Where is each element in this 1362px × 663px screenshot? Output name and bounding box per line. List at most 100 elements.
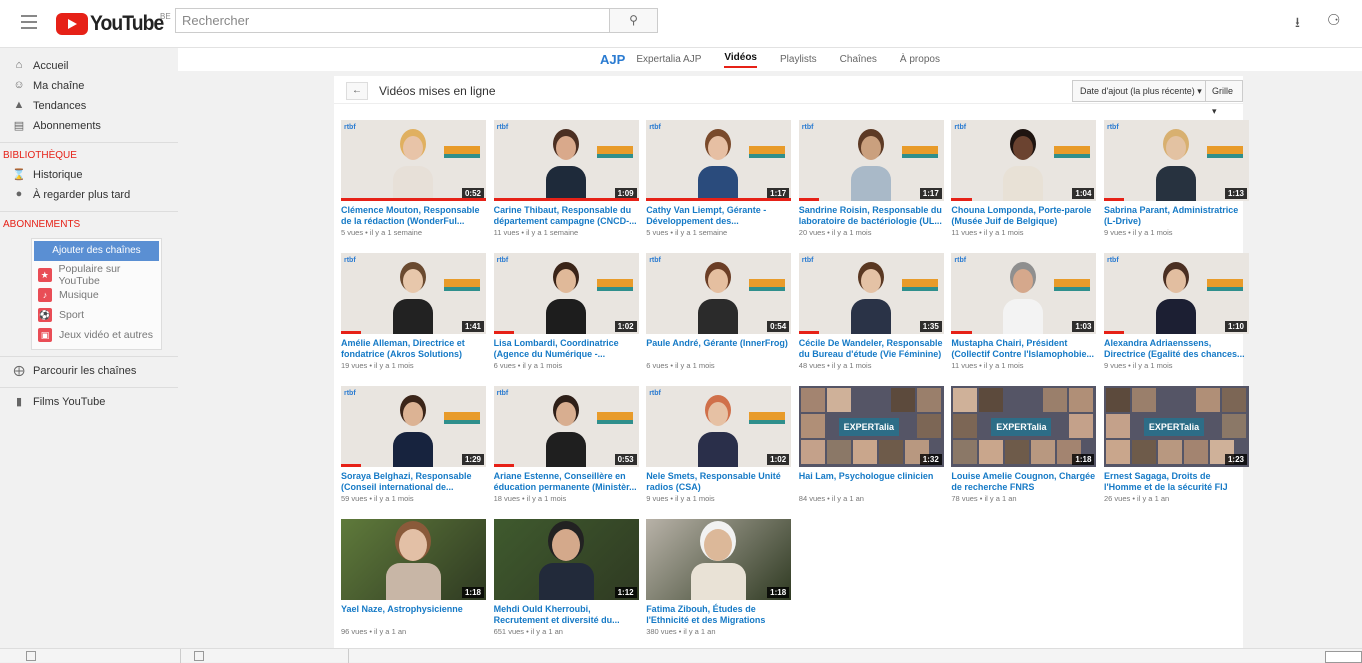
sidebar-item-history[interactable]: ⌛ Historique: [0, 165, 178, 185]
video-thumbnail[interactable]: EXPERTalia 1:18: [951, 386, 1097, 467]
video-card[interactable]: EXPERTalia 1:23 Ernest Sagaga, Droits de l…: [1104, 386, 1249, 516]
video-title[interactable]: Soraya Belghazi, Responsable (Conseil in…: [341, 471, 486, 493]
video-title[interactable]: Cathy Van Liempt, Gérante - Développemen…: [646, 205, 791, 227]
add-channels-button[interactable]: Ajouter des chaînes: [34, 241, 159, 261]
video-card[interactable]: rtbf 1:17 Cathy Van Liempt, Gérante - Déve…: [646, 120, 792, 250]
video-title[interactable]: Carine Thibaut, Responsable du départeme…: [494, 205, 639, 227]
upload-icon[interactable]: ⭳: [1295, 12, 1300, 36]
video-thumbnail[interactable]: rtbf 0:53: [493, 386, 639, 467]
sidebar-item-my-channel[interactable]: ☺ Ma chaîne: [0, 76, 178, 96]
video-card[interactable]: 1:18 Fatima Zibouh, Études de l'Ethnicité…: [646, 519, 792, 649]
menu-icon[interactable]: [21, 15, 37, 29]
watch-progress-bar: [798, 198, 820, 201]
video-card[interactable]: EXPERTalia 1:18 Louise Amelie Cougnon, Cha…: [951, 386, 1097, 516]
tab-videos[interactable]: Vidéos: [724, 52, 757, 68]
expert-portrait-tile: [916, 414, 941, 438]
video-title[interactable]: Sabrina Parant, Administratrice (L-Drive…: [1104, 205, 1249, 227]
video-title[interactable]: Lisa Lombardi, Coordinatrice (Agence du …: [494, 338, 639, 360]
video-card[interactable]: rtbf 1:10 Alexandra Adriaenssens, Directri…: [1104, 253, 1249, 383]
video-title[interactable]: Louise Amelie Cougnon, Chargée de recher…: [951, 471, 1096, 493]
video-thumbnail[interactable]: 1:18: [341, 519, 486, 600]
video-title[interactable]: Ernest Sagaga, Droits de l'Homme et de l…: [1104, 471, 1249, 493]
video-thumbnail[interactable]: EXPERTalia 1:32: [798, 386, 944, 467]
video-card[interactable]: rtbf 0:54 Paule André, Gérante (InnerFrog)…: [646, 253, 792, 383]
video-title[interactable]: Paule André, Gérante (InnerFrog): [646, 338, 791, 349]
view-dropdown[interactable]: Grille ▾: [1205, 80, 1243, 116]
video-thumbnail[interactable]: rtbf 0:52: [341, 120, 486, 201]
channel-logo[interactable]: AJP: [600, 52, 625, 67]
presenter-figure: [393, 269, 433, 334]
video-thumbnail[interactable]: rtbf 1:41: [341, 253, 486, 334]
back-button[interactable]: ←: [346, 82, 368, 100]
video-title[interactable]: Ariane Estenne, Conseillère en éducation…: [494, 471, 639, 493]
video-thumbnail[interactable]: rtbf 1:10: [1104, 253, 1249, 334]
sub-item-popular[interactable]: ★ Populaire sur YouTube: [32, 263, 161, 287]
video-card[interactable]: rtbf 1:04 Chouna Lomponda, Porte-parole (M…: [951, 120, 1097, 250]
video-thumbnail[interactable]: rtbf 1:17: [798, 120, 944, 201]
video-thumbnail[interactable]: rtbf 1:09: [493, 120, 639, 201]
search-button[interactable]: ⚲: [610, 8, 658, 33]
video-title[interactable]: Nele Smets, Responsable Unité radios (CS…: [646, 471, 791, 493]
video-title[interactable]: Chouna Lomponda, Porte-parole (Musée Jui…: [951, 205, 1096, 227]
video-card[interactable]: 1:18 Yael Naze, Astrophysicienne 96 vues •…: [341, 519, 486, 649]
sidebar-item-watch-later[interactable]: ● À regarder plus tard: [0, 185, 178, 205]
show-all-downloads-button[interactable]: [1325, 651, 1362, 663]
sidebar-item-films[interactable]: ▮ Films YouTube: [0, 392, 178, 412]
video-card[interactable]: rtbf 1:13 Sabrina Parant, Administratrice …: [1104, 120, 1249, 250]
youtube-logo[interactable]: YouTube BE: [56, 12, 171, 36]
sidebar-item-home[interactable]: ⌂ Accueil: [0, 56, 178, 76]
video-title[interactable]: Mustapha Chairi, Président (Collectif Co…: [951, 338, 1096, 360]
video-title[interactable]: Sandrine Roisin, Responsable du laborato…: [799, 205, 944, 227]
video-title[interactable]: Clémence Mouton, Responsable de la rédac…: [341, 205, 486, 227]
video-card[interactable]: rtbf 1:29 Soraya Belghazi, Responsable (Co…: [341, 386, 486, 516]
video-title[interactable]: Alexandra Adriaenssens, Directrice (Egal…: [1104, 338, 1249, 360]
video-thumbnail[interactable]: rtbf 0:54: [646, 253, 792, 334]
video-card[interactable]: rtbf 1:17 Sandrine Roisin, Responsable du …: [798, 120, 944, 250]
video-card[interactable]: rtbf 0:52 Clémence Mouton, Responsable de …: [341, 120, 486, 250]
search-input[interactable]: Rechercher: [175, 8, 610, 33]
video-thumbnail[interactable]: 1:18: [646, 519, 792, 600]
video-title[interactable]: Fatima Zibouh, Études de l'Ethnicité et …: [646, 604, 791, 626]
video-title[interactable]: Mehdi Ould Kherroubi, Recrutement et div…: [494, 604, 639, 626]
sidebar-item-subscriptions[interactable]: ▤ Abonnements: [0, 116, 178, 136]
tab-about[interactable]: À propos: [900, 54, 940, 65]
video-thumbnail[interactable]: EXPERTalia 1:23: [1104, 386, 1249, 467]
video-thumbnail[interactable]: rtbf 1:17: [646, 120, 792, 201]
sidebar-item-trending[interactable]: ▲ Tendances: [0, 96, 178, 116]
tab-playlists[interactable]: Playlists: [780, 54, 817, 65]
sort-dropdown[interactable]: Date d'ajout (la plus récente) ▾: [1072, 80, 1210, 102]
video-card[interactable]: EXPERTalia 1:32 Hai Lam, Psychologue clini…: [798, 386, 944, 516]
video-card[interactable]: rtbf 0:53 Ariane Estenne, Conseillère en é…: [493, 386, 639, 516]
video-card[interactable]: rtbf 1:41 Amélie Alleman, Directrice et fo…: [341, 253, 486, 383]
tab-channels[interactable]: Chaînes: [840, 54, 877, 65]
video-card[interactable]: rtbf 1:35 Cécile De Wandeler, Responsable …: [798, 253, 944, 383]
video-title[interactable]: Amélie Alleman, Directrice et fondatrice…: [341, 338, 486, 360]
expert-portrait-tile: [1043, 388, 1068, 412]
name-tag: [901, 279, 938, 287]
video-card[interactable]: rtbf 1:02 Lisa Lombardi, Coordinatrice (Ag…: [493, 253, 639, 383]
download-item[interactable]: [26, 651, 36, 661]
video-thumbnail[interactable]: rtbf 1:04: [951, 120, 1097, 201]
video-thumbnail[interactable]: rtbf 1:03: [951, 253, 1097, 334]
video-title[interactable]: Yael Naze, Astrophysicienne: [341, 604, 486, 615]
video-thumbnail[interactable]: rtbf 1:35: [798, 253, 944, 334]
bell-icon[interactable]: ⚆: [1327, 11, 1340, 29]
video-title[interactable]: Hai Lam, Psychologue clinicien: [799, 471, 944, 482]
sidebar-item-browse-channels[interactable]: ⨁ Parcourir les chaînes: [0, 361, 178, 381]
video-thumbnail[interactable]: 1:12: [493, 519, 639, 600]
sub-item-sport[interactable]: ⚽ Sport: [32, 305, 161, 325]
sub-item-music[interactable]: ♪ Musique: [32, 285, 161, 305]
video-title[interactable]: Cécile De Wandeler, Responsable du Burea…: [799, 338, 944, 360]
video-card[interactable]: 1:12 Mehdi Ould Kherroubi, Recrutement et…: [493, 519, 639, 649]
video-thumbnail[interactable]: rtbf 1:13: [1104, 120, 1249, 201]
video-thumbnail[interactable]: rtbf 1:02: [493, 253, 639, 334]
video-card[interactable]: rtbf 1:03 Mustapha Chairi, Président (Coll…: [951, 253, 1097, 383]
video-card[interactable]: rtbf 1:09 Carine Thibaut, Responsable du d…: [493, 120, 639, 250]
video-thumbnail[interactable]: rtbf 1:02: [646, 386, 792, 467]
tab-expertalia[interactable]: Expertalia AJP: [636, 54, 701, 65]
video-card[interactable]: rtbf 1:02 Nele Smets, Responsable Unité ra…: [646, 386, 792, 516]
video-thumbnail[interactable]: rtbf 1:29: [341, 386, 486, 467]
sub-item-games[interactable]: ▣ Jeux vidéo et autres: [32, 325, 161, 345]
download-item[interactable]: [194, 651, 204, 661]
logo-text: YouTube: [90, 12, 164, 35]
